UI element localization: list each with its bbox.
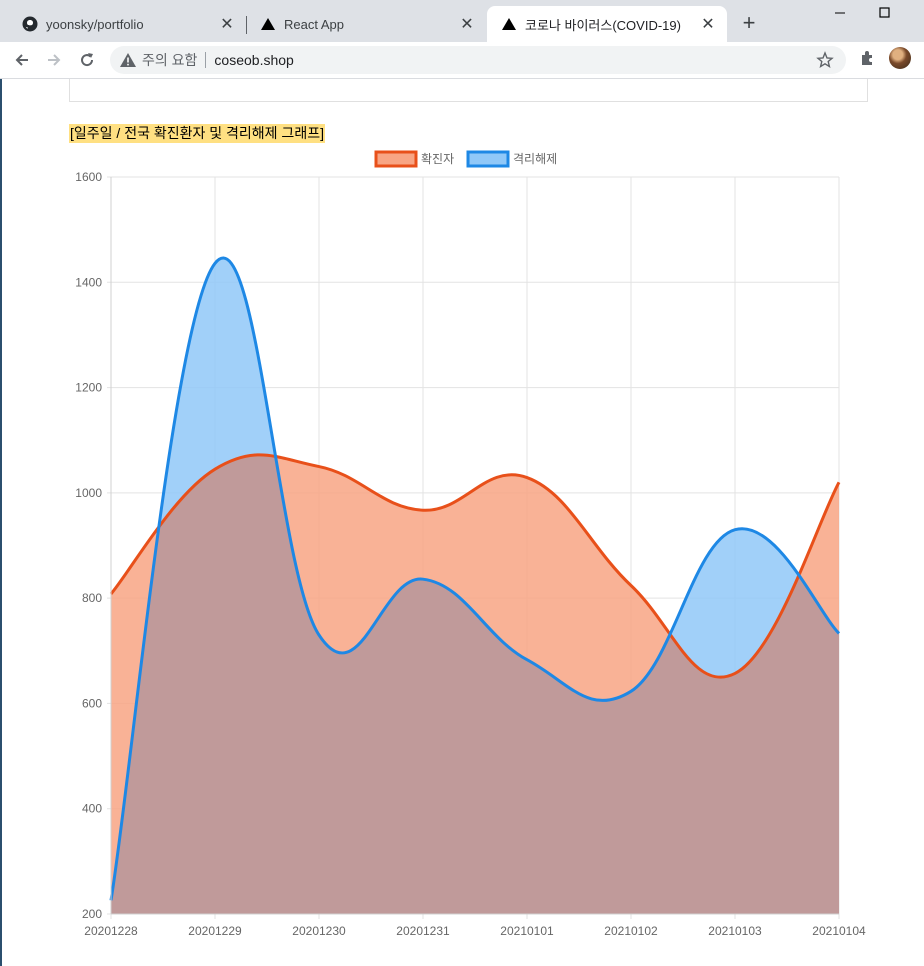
- minimize-icon[interactable]: [825, 4, 855, 24]
- tab-portfolio[interactable]: yoonsky/portfolio ✕: [0, 6, 246, 42]
- y-tick-label: 600: [82, 696, 102, 710]
- y-tick-label: 800: [82, 591, 102, 605]
- x-tick-label: 20210101: [500, 924, 554, 938]
- github-icon: [22, 16, 38, 32]
- x-tick-label: 20210104: [812, 924, 866, 938]
- legend-swatch-confirmed: [374, 150, 418, 168]
- extensions-puzzle-icon[interactable]: [858, 48, 878, 68]
- security-warning-text: 주의 요함: [142, 52, 198, 68]
- close-icon[interactable]: ✕: [699, 15, 717, 33]
- close-icon[interactable]: ✕: [218, 15, 236, 33]
- tab-react-app[interactable]: React App ✕: [246, 6, 486, 42]
- tab-bar: yoonsky/portfolio ✕ React App ✕ 코로나 바이러스…: [0, 0, 924, 42]
- profile-avatar[interactable]: [889, 47, 911, 69]
- y-tick-label: 200: [82, 907, 102, 921]
- x-tick-label: 20201230: [292, 924, 346, 938]
- legend-label-released: 격리해제: [513, 152, 557, 166]
- triangle-icon: [501, 16, 517, 32]
- y-tick-label: 1400: [75, 275, 102, 289]
- tab-title: React App: [284, 16, 344, 32]
- maximize-icon[interactable]: [870, 4, 900, 24]
- browser-toolbar: 주의 요함 coseob.shop: [0, 42, 924, 79]
- legend-label-confirmed: 확진자: [421, 152, 454, 166]
- x-tick-label: 20201229: [188, 924, 242, 938]
- y-tick-label: 400: [82, 802, 102, 816]
- x-tick-label: 20210102: [604, 924, 658, 938]
- url-text[interactable]: coseob.shop: [214, 52, 293, 68]
- omnibox-divider: [205, 52, 207, 68]
- back-arrow-icon[interactable]: [10, 48, 34, 72]
- x-tick-label: 20201231: [396, 924, 450, 938]
- address-bar[interactable]: 주의 요함 coseob.shop: [110, 46, 846, 74]
- y-tick-label: 1000: [75, 486, 102, 500]
- new-tab-button[interactable]: +: [738, 12, 760, 34]
- x-tick-label: 20201228: [84, 924, 138, 938]
- tab-title: 코로나 바이러스(COVID-19): [525, 17, 681, 33]
- x-tick-label: 20210103: [708, 924, 762, 938]
- y-tick-label: 1200: [75, 381, 102, 395]
- tab-title: yoonsky/portfolio: [46, 16, 144, 32]
- bookmark-star-icon[interactable]: [816, 51, 834, 69]
- reload-icon[interactable]: [75, 48, 99, 72]
- forward-arrow-icon[interactable]: [42, 48, 66, 72]
- legend-swatch-released: [466, 150, 510, 168]
- covid-area-chart: 200 400 600 800 1000 1200 1400 1600 20201228 2020…: [75, 150, 866, 938]
- tab-covid[interactable]: 코로나 바이러스(COVID-19) ✕: [487, 6, 727, 42]
- y-tick-label: 1600: [75, 170, 102, 184]
- triangle-icon: [260, 16, 276, 32]
- warning-icon[interactable]: [120, 52, 136, 68]
- close-icon[interactable]: ✕: [458, 15, 476, 33]
